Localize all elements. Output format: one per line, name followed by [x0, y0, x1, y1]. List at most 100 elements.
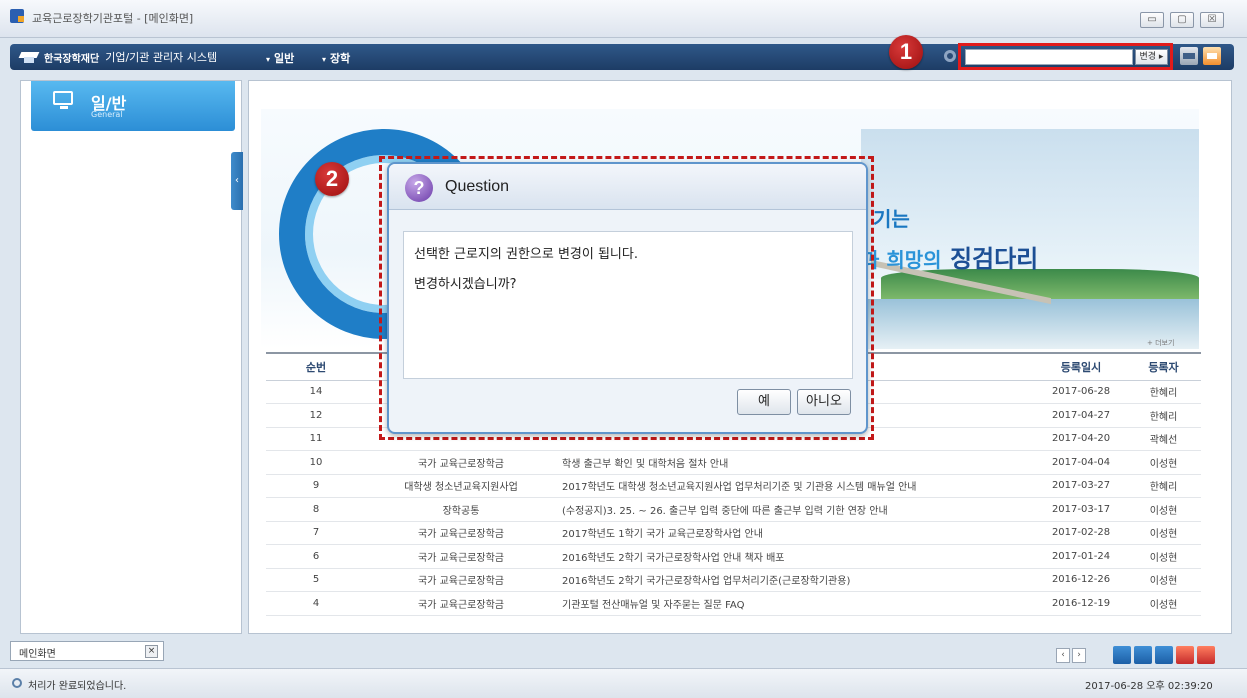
cell-author: 이성현 [1126, 544, 1201, 569]
cell-date: 2017-03-17 [1036, 497, 1126, 522]
tab-close-icon[interactable]: × [145, 645, 158, 658]
org-name: 한국장학재단 [44, 53, 100, 65]
window-title: 교육근로장학기관포털 - [메인화면] [32, 12, 194, 25]
dialog-message-line2: 변경하시겠습니까? [414, 277, 517, 292]
table-row[interactable]: 5 국가 교육근로장학금 2016학년도 2학기 국가근로장학사업 업무처리기준(근… [266, 568, 1201, 592]
close-tab-icon[interactable] [1176, 646, 1194, 664]
logout-icon[interactable] [1203, 47, 1221, 65]
cell-author: 한혜리 [1126, 403, 1201, 428]
minimize-button[interactable]: ▭ [1140, 12, 1164, 28]
window-titlebar: 교육근로장학기관포털 - [메인화면] ▭ ▢ ☒ [0, 0, 1247, 38]
workplace-input[interactable] [965, 49, 1133, 65]
table-row[interactable]: 6 국가 교육근로장학금 2016학년도 2학기 국가근로장학사업 안내 책자 배포… [266, 544, 1201, 569]
cell-author: 한혜리 [1126, 474, 1201, 498]
callout-badge-2: 2 [315, 162, 349, 196]
table-row[interactable]: 10 국가 교육근로장학금 학생 출근부 확인 및 대학처음 절차 안내 2017-0… [266, 450, 1201, 475]
cell-title[interactable]: (수정공지)3. 25. ~ 26. 출근부 입력 중단에 따른 출근부 입력 … [556, 497, 1036, 522]
table-row[interactable]: 8 장학공통 (수정공지)3. 25. ~ 26. 출근부 입력 중단에 따른 출근… [266, 497, 1201, 522]
cell-no: 12 [266, 403, 366, 428]
cell-author: 이성현 [1126, 450, 1201, 475]
cell-title[interactable]: 기관포털 전산매뉴얼 및 자주묻는 질문 FAQ [556, 591, 1036, 616]
banner-slogan-line2: 과 희망의 징검다리 [861, 239, 1038, 274]
cell-date: 2016-12-19 [1036, 591, 1126, 616]
cell-category: 장학공통 [366, 497, 556, 522]
yes-button[interactable]: 예 [737, 389, 791, 415]
chevron-down-icon: ▾ [322, 55, 327, 64]
tab-next-button[interactable]: › [1072, 648, 1086, 663]
workplace-select-box: 변경 ▸ [958, 43, 1173, 70]
question-icon: ? [405, 174, 433, 202]
dialog-title: Question [445, 178, 510, 195]
tab-main-screen[interactable]: 메인화면 × [10, 641, 164, 661]
header-no: 순번 [266, 352, 366, 381]
cell-no: 14 [266, 380, 366, 404]
more-link[interactable]: + 더보기 [1147, 338, 1174, 348]
settings-icon[interactable] [944, 50, 956, 62]
sidebar-collapse-handle[interactable]: ‹ [231, 152, 243, 210]
graduation-cap-icon [18, 50, 40, 64]
status-clock: 2017-06-28 오후 02:39:20 [1085, 681, 1213, 692]
close-window-button[interactable]: ☒ [1200, 12, 1224, 28]
cell-author: 곽혜선 [1126, 427, 1201, 451]
cell-date: 2017-02-28 [1036, 521, 1126, 545]
cell-date: 2017-04-20 [1036, 427, 1126, 451]
cell-title[interactable]: 학생 출근부 확인 및 대학처음 절차 안내 [556, 450, 1036, 475]
menu-general-label: 일반 [274, 52, 295, 65]
sidebar-item-sublabel: General [91, 110, 123, 119]
cell-no: 6 [266, 544, 366, 569]
sidebar: 일/반 General [20, 80, 242, 634]
question-dialog: ? Question 선택한 근로지의 권한으로 변경이 됩니다. 변경하시겠습… [387, 162, 868, 434]
cell-category: 대학생 청소년교육지원사업 [366, 474, 556, 498]
cell-date: 2017-04-27 [1036, 403, 1126, 428]
chevron-down-icon: ▾ [266, 55, 271, 64]
header-author: 등록자 [1126, 352, 1201, 381]
sidebar-item-general[interactable]: 일/반 General [31, 81, 235, 131]
cell-author: 이성현 [1126, 521, 1201, 545]
callout-badge-1: 1 [889, 35, 923, 69]
cell-author: 한혜리 [1126, 380, 1201, 404]
cell-title[interactable]: 2016학년도 2학기 국가근로장학사업 업무처리기준(근로장학기관용) [556, 568, 1036, 592]
cell-no: 5 [266, 568, 366, 592]
cell-no: 9 [266, 474, 366, 498]
cell-date: 2017-06-28 [1036, 380, 1126, 404]
table-row[interactable]: 4 국가 교육근로장학금 기관포털 전산매뉴얼 및 자주묻는 질문 FAQ 2016-… [266, 591, 1201, 616]
cell-category: 국가 교육근로장학금 [366, 450, 556, 475]
cell-no: 11 [266, 427, 366, 451]
monitor-icon [53, 91, 73, 109]
layout-rows-icon[interactable] [1134, 646, 1152, 664]
table-row[interactable]: 7 국가 교육근로장학금 2017학년도 1학기 국가 교육근로장학사업 안내 201… [266, 521, 1201, 545]
cell-category: 국가 교육근로장학금 [366, 591, 556, 616]
cell-title[interactable]: 2016학년도 2학기 국가근로장학사업 안내 책자 배포 [556, 544, 1036, 569]
status-text: 처리가 완료되었습니다. [28, 681, 127, 692]
layout-columns-icon[interactable] [1113, 646, 1131, 664]
cell-category: 국가 교육근로장학금 [366, 521, 556, 545]
table-row[interactable]: 9 대학생 청소년교육지원사업 2017학년도 대학생 청소년교육지원사업 업무처리… [266, 474, 1201, 498]
close-all-tabs-icon[interactable] [1197, 646, 1215, 664]
menu-general[interactable]: ▾ 일반 [266, 50, 294, 66]
cell-date: 2017-03-27 [1036, 474, 1126, 498]
dialog-message-line1: 선택한 근로지의 권한으로 변경이 됩니다. [414, 247, 638, 262]
change-button[interactable]: 변경 ▸ [1135, 49, 1168, 65]
menu-scholarship-label: 장학 [330, 52, 351, 65]
cell-no: 4 [266, 591, 366, 616]
header-date: 등록일시 [1036, 352, 1126, 381]
cell-category: 국가 교육근로장학금 [366, 568, 556, 592]
cell-date: 2016-12-26 [1036, 568, 1126, 592]
system-name: 기업/기관 관리자 시스템 [105, 51, 218, 64]
dialog-message-box: 선택한 근로지의 권한으로 변경이 됩니다. 변경하시겠습니까? [403, 231, 853, 379]
cell-no: 10 [266, 450, 366, 475]
app-icon [10, 9, 24, 23]
cell-date: 2017-01-24 [1036, 544, 1126, 569]
brand-logo: 한국장학재단 기업/기관 관리자 시스템 [18, 49, 217, 65]
menu-scholarship[interactable]: ▾ 장학 [322, 50, 350, 66]
cascade-windows-icon[interactable] [1155, 646, 1173, 664]
no-button[interactable]: 아니오 [797, 389, 851, 415]
tab-prev-button[interactable]: ‹ [1056, 648, 1070, 663]
cell-category: 국가 교육근로장학금 [366, 544, 556, 569]
maximize-button[interactable]: ▢ [1170, 12, 1194, 28]
cell-author: 이성현 [1126, 568, 1201, 592]
cell-title[interactable]: 2017학년도 대학생 청소년교육지원사업 업무처리기준 및 기관용 시스템 매… [556, 474, 1036, 498]
print-icon[interactable] [1180, 47, 1198, 65]
cell-title[interactable]: 2017학년도 1학기 국가 교육근로장학사업 안내 [556, 521, 1036, 545]
cell-no: 7 [266, 521, 366, 545]
